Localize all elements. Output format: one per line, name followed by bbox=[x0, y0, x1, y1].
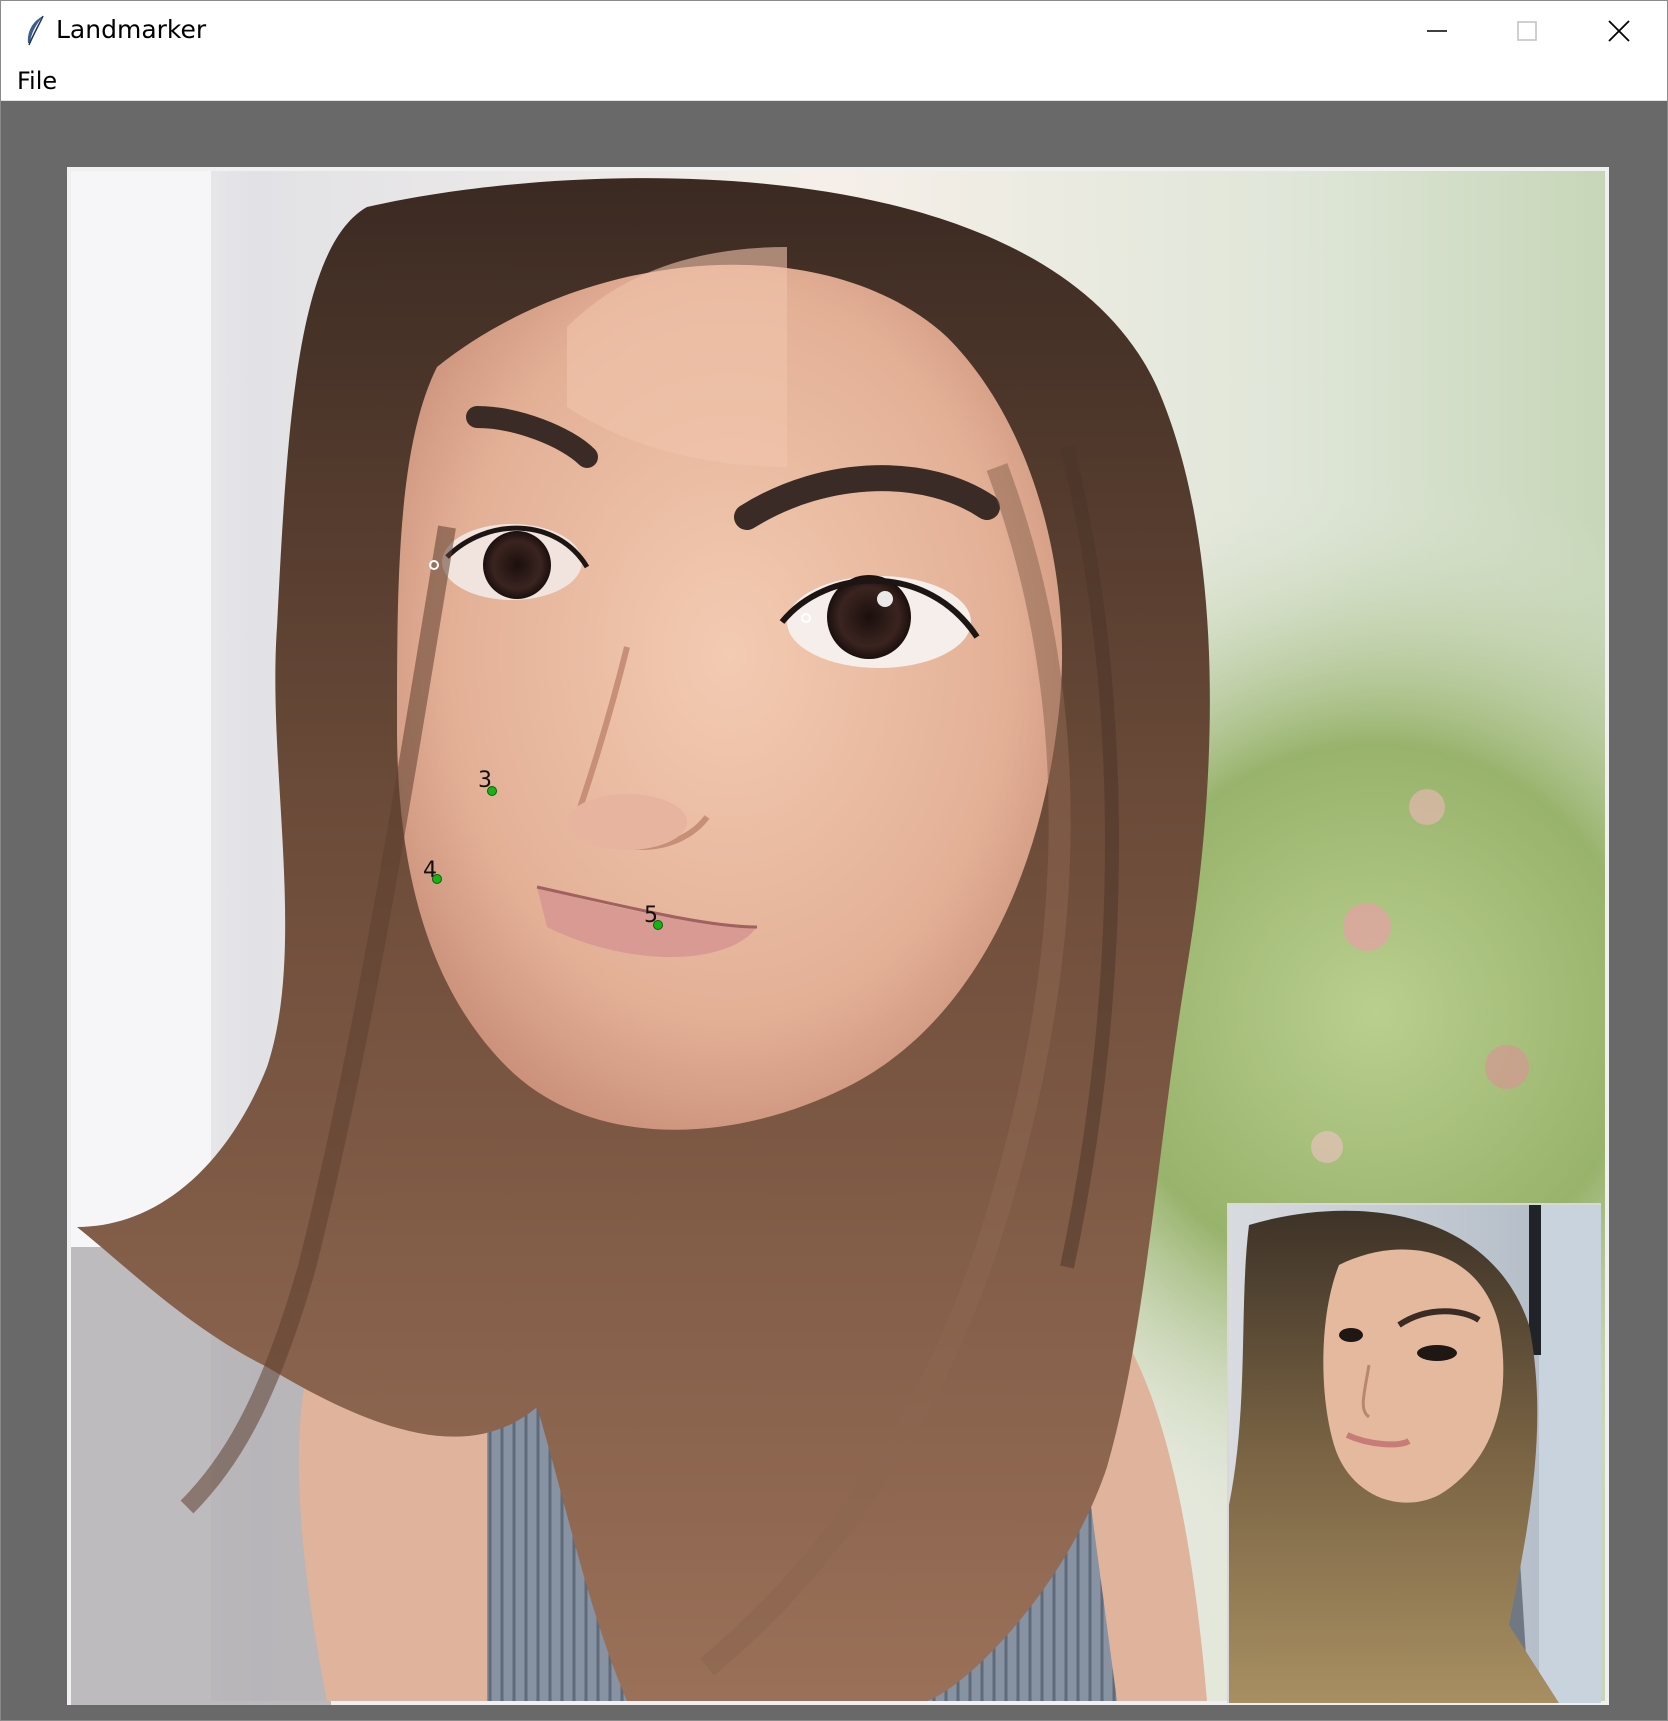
minimize-icon bbox=[1427, 30, 1447, 32]
close-icon bbox=[1608, 20, 1630, 42]
reference-photo bbox=[1229, 1205, 1601, 1703]
app-window: Landmarker File 3 4 5 bbox=[0, 0, 1668, 1721]
close-button[interactable] bbox=[1573, 1, 1665, 61]
window-title: Landmarker bbox=[56, 15, 207, 44]
menu-bar: File bbox=[1, 61, 1667, 101]
minimize-button[interactable] bbox=[1391, 1, 1483, 61]
landmark-marker-5[interactable] bbox=[653, 920, 663, 930]
title-bar[interactable]: Landmarker bbox=[1, 1, 1667, 61]
landmark-marker-1[interactable] bbox=[429, 560, 439, 570]
landmark-marker-4[interactable] bbox=[432, 874, 442, 884]
menu-file[interactable]: File bbox=[17, 67, 57, 95]
reference-thumbnail bbox=[1227, 1203, 1601, 1703]
maximize-icon bbox=[1517, 21, 1537, 41]
maximize-button[interactable] bbox=[1481, 1, 1573, 61]
feather-icon bbox=[27, 15, 44, 46]
landmark-marker-3[interactable] bbox=[487, 786, 497, 796]
main-image[interactable]: 3 4 5 bbox=[67, 167, 1609, 1705]
canvas-area[interactable]: 3 4 5 bbox=[1, 101, 1667, 1720]
landmark-marker-2[interactable] bbox=[801, 613, 811, 623]
